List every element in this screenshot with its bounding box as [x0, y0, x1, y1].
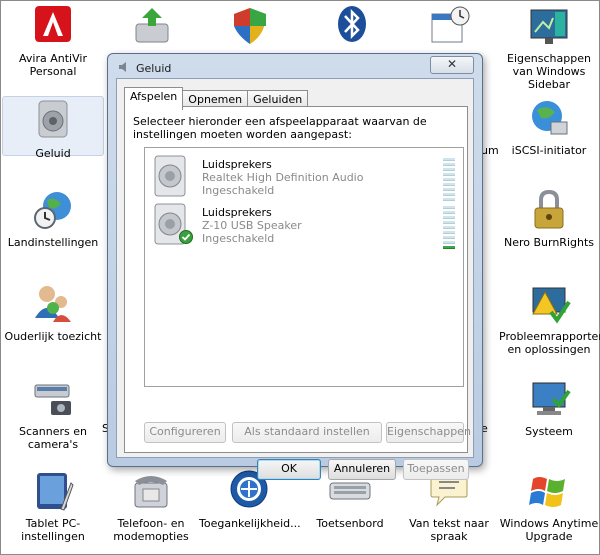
volume-meter [443, 158, 455, 203]
sidebar-icon [527, 4, 571, 48]
device-list[interactable]: Luidsprekers Realtek High Definition Aud… [144, 147, 464, 387]
desktop-item-label: Tablet PC-instellingen [21, 517, 85, 543]
desktop-item-anytime-upgrade[interactable]: Windows Anytime Upgrade [499, 469, 599, 543]
desktop-item-scanners[interactable]: Scanners en camera's [3, 377, 103, 451]
desktop-item-phone-modem[interactable]: Telefoon- en modemopties [101, 469, 201, 543]
globe-clock-icon [31, 188, 75, 232]
windows-flag-icon [527, 469, 571, 513]
desktop-item-label: Windows Anytime Upgrade [499, 517, 599, 543]
volume-meter [443, 206, 455, 251]
apply-button[interactable]: Toepassen [403, 459, 469, 480]
partial-label-um: um [481, 144, 499, 157]
avira-umbrella-icon [31, 4, 75, 48]
desktop-item-label: Geluid [35, 147, 71, 160]
device-name: Luidsprekers [202, 158, 272, 171]
desktop-item-label: Landinstellingen [7, 236, 99, 249]
desktop-item-system[interactable]: Systeem [499, 377, 599, 438]
device-driver: Z-10 USB Speaker [202, 219, 302, 232]
desktop-item-avira[interactable]: Avira AntiVir Personal [3, 4, 103, 78]
dialog-client: Afspelen Opnemen Geluiden Selecteer hier… [116, 78, 474, 480]
device-row[interactable]: Luidsprekers Realtek High Definition Aud… [149, 154, 459, 203]
tab-playback[interactable]: Afspelen [124, 87, 184, 110]
desktop-item-problem-reports[interactable]: Probleemrapporten en oplossingen [499, 282, 600, 356]
speaker-small-icon [118, 61, 130, 76]
telephone-icon [129, 469, 173, 513]
desktop-item-label: Van tekst naar spraak [409, 517, 489, 543]
scanner-camera-icon [31, 377, 75, 421]
device-driver: Realtek High Definition Audio [202, 171, 364, 184]
dialog-titlebar[interactable]: Geluid [118, 59, 171, 77]
close-button[interactable]: ✕ [430, 56, 474, 74]
default-check-icon [179, 230, 193, 247]
desktop-item-label: Ouderlijk toezicht [4, 330, 102, 343]
desktop-item-tablet[interactable]: Tablet PC-instellingen [3, 469, 103, 543]
device-name: Luidsprekers [202, 206, 272, 219]
set-default-button[interactable]: Als standaard instellen [232, 422, 382, 443]
bluetooth-icon [330, 4, 374, 48]
desktop-item-region[interactable]: Landinstellingen [3, 188, 103, 249]
speaker-icon [31, 99, 75, 143]
ok-button[interactable]: OK [257, 459, 321, 480]
cancel-button[interactable]: Annuleren [328, 459, 396, 480]
desktop-item-label: Nero BurnRights [503, 236, 595, 249]
backup-icon [130, 4, 174, 48]
padlock-icon [527, 188, 571, 232]
desktop-item-label: Avira AntiVir Personal [19, 52, 87, 78]
tablet-pen-icon [31, 469, 75, 513]
desktop-item-label: Probleemrapporten en oplossingen [499, 330, 600, 356]
warning-check-icon [527, 282, 571, 326]
device-status: Ingeschakeld [202, 232, 275, 245]
tab-strip: Afspelen Opnemen Geluiden [124, 87, 309, 110]
calendar-clock-icon [428, 4, 472, 48]
desktop-item-label: Systeem [525, 425, 573, 438]
desktop-item-iscsi[interactable]: iSCSI-initiator [499, 96, 599, 157]
shield-icon [228, 4, 272, 48]
desktop-item-label: Telefoon- en modemopties [113, 517, 189, 543]
desktop-item-sound[interactable]: Geluid [2, 96, 104, 160]
sound-dialog[interactable]: Geluid ✕ Afspelen Opnemen Geluiden Selec… [107, 53, 483, 480]
desktop-item-nero[interactable]: Nero BurnRights [499, 188, 599, 249]
instruction-text: Selecteer hieronder een afspeelapparaat … [133, 115, 427, 141]
properties-button[interactable]: Eigenschappen [386, 422, 471, 443]
configure-button[interactable]: Configureren [144, 422, 226, 443]
dialog-title: Geluid [136, 61, 172, 75]
desktop-item-parental[interactable]: Ouderlijk toezicht [3, 282, 103, 343]
desktop-item-label: Toetsenbord [316, 517, 384, 530]
desktop-item-label: Toegankelijkheid... [199, 517, 301, 530]
desktop-item-label: iSCSI-initiator [511, 144, 587, 157]
device-status: Ingeschakeld [202, 184, 275, 197]
family-icon [31, 282, 75, 326]
device-row[interactable]: Luidsprekers Z-10 USB Speaker Ingeschake… [149, 202, 459, 251]
desktop-item-sidebar[interactable]: Eigenschappen van Windows Sidebar [499, 4, 599, 91]
desktop-item-label: Eigenschappen van Windows Sidebar [507, 52, 591, 91]
computer-check-icon [527, 377, 571, 421]
speaker-device-icon [149, 154, 193, 198]
desktop-item-label: Scanners en camera's [19, 425, 87, 451]
desktop-item-tts[interactable]: Van tekst naar spraak [399, 469, 499, 543]
iscsi-globe-icon [527, 96, 571, 140]
playback-panel: Selecteer hieronder een afspeelapparaat … [124, 106, 471, 453]
